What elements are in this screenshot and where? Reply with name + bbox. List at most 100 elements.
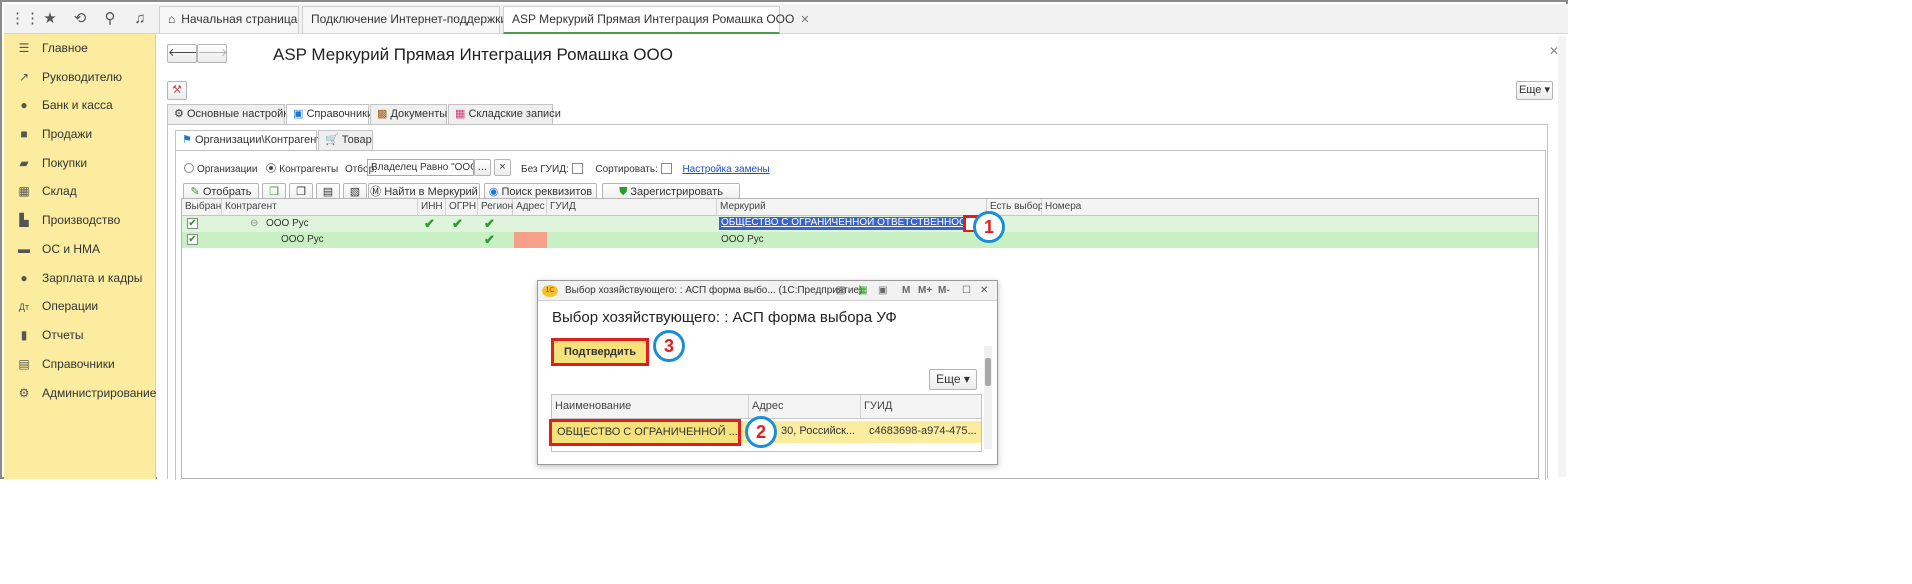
replace-settings-link[interactable]: Настройка замены	[682, 164, 769, 175]
column-header[interactable]: Меркурий	[717, 199, 987, 216]
briefcase-icon: ▩	[377, 108, 388, 120]
close-icon[interactable]: ✕	[800, 14, 809, 26]
check-icon: ✔	[424, 216, 435, 231]
person-icon: ●	[20, 271, 28, 285]
debit-credit-icon: Дт	[18, 302, 30, 312]
page-scrollbar[interactable]	[1558, 36, 1566, 477]
button-label: Отобрать	[202, 186, 252, 198]
column-header[interactable]: Выбран	[182, 199, 222, 216]
tab-documents[interactable]: ▩ Документы	[370, 104, 447, 125]
sidebar-item-assets[interactable]: ▬ ОС и НМА	[16, 239, 100, 259]
column-header[interactable]: ИНН	[418, 199, 446, 216]
radio-contragents[interactable]: Контрагенты	[266, 163, 338, 175]
more-button[interactable]: Еще ▾	[1516, 81, 1553, 100]
name-cell[interactable]: ОБЩЕСТВО С ОГРАНИЧЕННОЙ ...	[549, 419, 741, 446]
table-row[interactable]: ✔ ⊖ ООО Рус ✔ ✔ ✔ ОБЩЕСТВО С ОГРАНИЧЕННО…	[182, 215, 1538, 233]
book-icon: ▣	[293, 108, 304, 120]
confirm-button[interactable]: Подтвердить	[551, 338, 649, 366]
sidebar-item-operations[interactable]: Дт Операции	[16, 296, 98, 316]
radio-organizations[interactable]: Организации	[184, 163, 257, 175]
column-header[interactable]: Адрес	[513, 199, 547, 216]
copy-icon: ❐	[269, 186, 279, 198]
sidebar-item-reports[interactable]: ▮ Отчеты	[16, 325, 84, 345]
tools-button[interactable]: ⚒	[167, 81, 187, 100]
sidebar-item-label: ОС и НМА	[42, 242, 101, 256]
scrollbar-thumb[interactable]	[985, 358, 991, 386]
cart-icon: 🛒	[325, 134, 339, 146]
search-icon[interactable]: ⚲	[100, 9, 120, 29]
sidebar-item-admin[interactable]: ⚙ Администрирование	[16, 383, 157, 403]
sidebar-item-label: Покупки	[42, 156, 88, 170]
column-header[interactable]: ГУИД	[861, 395, 981, 419]
column-header[interactable]: Контрагент	[222, 199, 418, 216]
dialog-scrollbar[interactable]	[984, 346, 992, 449]
duplicate-icon: ❐	[296, 186, 306, 198]
table-row[interactable]: ✔ ООО Рус ✔ ООО Рус ✔	[182, 225, 1538, 248]
bell-icon[interactable]: ♫	[130, 9, 150, 29]
mercury-cell[interactable]: ОБЩЕСТВО С ОГРАНИЧЕННОЙ ОТВЕТСТВЕННОСТЬЮ…	[719, 217, 964, 230]
no-guid-checkbox[interactable]	[571, 163, 583, 174]
button-label: Зарегистрировать	[630, 186, 723, 198]
collapse-icon[interactable]: ⊖	[250, 216, 258, 231]
filter-select-button[interactable]: ...	[474, 159, 491, 176]
sidebar-item-salary[interactable]: ● Зарплата и кадры	[16, 268, 142, 288]
dialog-more-button[interactable]: Еще ▾	[929, 369, 977, 390]
sidebar-item-manager[interactable]: ↗ Руководителю	[16, 67, 122, 87]
sort-checkbox[interactable]	[660, 163, 672, 174]
column-header[interactable]: ОГРН	[446, 199, 478, 216]
sidebar-item-warehouse[interactable]: ▦ Склад	[16, 181, 77, 201]
tab-asp-mercury[interactable]: ASP Меркурий Прямая Интеграция Ромашка О…	[503, 6, 810, 34]
page-title: ASP Меркурий Прямая Интеграция Ромашка О…	[273, 45, 673, 64]
star-icon[interactable]: ★	[40, 9, 60, 29]
tab-basic-settings[interactable]: ⚙ Основные настройки	[167, 104, 294, 125]
memory-m-button[interactable]: M	[902, 281, 910, 301]
sidebar-item-label: Руководителю	[42, 70, 123, 84]
sidebar-item-label: Склад	[42, 184, 77, 198]
home-icon: ⌂	[168, 12, 176, 26]
tab-internet-support[interactable]: Подключение Интернет-поддержки✕	[302, 6, 522, 33]
sidebar-item-sales[interactable]: ■ Продажи	[16, 124, 92, 144]
spreadsheet-icon[interactable]: ▦	[858, 281, 867, 301]
document-icon: ▤	[322, 186, 334, 198]
sidebar-item-purchases[interactable]: ▰ Покупки	[16, 153, 87, 173]
sidebar-item-label: Администрирование	[42, 386, 157, 400]
address-cell: 30, Российск...	[781, 425, 856, 437]
sidebar-item-references[interactable]: ▤ Справочники	[16, 354, 114, 374]
column-header[interactable]: Номера	[1042, 199, 1538, 216]
filter-clear-button[interactable]: ×	[494, 159, 511, 176]
forward-button[interactable]: 🡒	[197, 44, 228, 63]
tab-home[interactable]: ⌂ Начальная страница	[159, 6, 299, 33]
sidebar-item-label: Зарплата и кадры	[42, 271, 143, 285]
tab-goods[interactable]: 🛒 Товар	[318, 130, 373, 151]
tab-references[interactable]: ▣ Справочники	[286, 104, 373, 125]
filter-input[interactable]: Владелец Равно "ООО Р	[367, 159, 474, 176]
back-button[interactable]: 🡐	[167, 44, 198, 63]
ruble-coin-icon: ●	[20, 98, 28, 112]
warehouse-grid-icon: ▦	[18, 184, 30, 198]
apps-grid-icon[interactable]: ⋮⋮	[10, 9, 40, 29]
memory-mminus-button[interactable]: M-	[938, 281, 950, 301]
sidebar-item-bank[interactable]: ● Банк и касса	[16, 95, 112, 115]
sidebar-item-label: Операции	[42, 299, 99, 313]
maximize-icon[interactable]: ☐	[962, 281, 971, 301]
sidebar-item-main[interactable]: ☰ Главное	[16, 38, 88, 58]
memory-mplus-button[interactable]: M+	[918, 281, 932, 301]
selected-checkbox[interactable]: ✔	[187, 218, 198, 229]
calendar-icon[interactable]: ▣	[878, 281, 887, 301]
cubes-icon: ▦	[455, 108, 466, 120]
sidebar-item-production[interactable]: ▙ Производство	[16, 210, 120, 230]
check-icon: ✔	[484, 232, 495, 247]
mercury-cell: ООО Рус	[721, 234, 764, 245]
gear-icon: ⚙	[18, 386, 30, 400]
column-header[interactable]: Регион	[478, 199, 513, 216]
selected-checkbox[interactable]: ✔	[187, 234, 198, 245]
tab-orgs-contragents[interactable]: ⚑ Организации\Контрагенты	[175, 130, 329, 151]
print-icon[interactable]: ▤	[836, 281, 845, 301]
close-icon[interactable]: ✕	[980, 281, 988, 301]
history-icon[interactable]: ⟲	[70, 9, 90, 29]
tab-warehouse-records[interactable]: ▦ Складские записи	[448, 104, 561, 125]
column-header[interactable]: Наименование	[552, 395, 749, 419]
column-header[interactable]: ГУИД	[547, 199, 717, 216]
column-header[interactable]: Адрес	[749, 395, 861, 419]
arrow-right-icon: 🡒	[198, 47, 228, 59]
